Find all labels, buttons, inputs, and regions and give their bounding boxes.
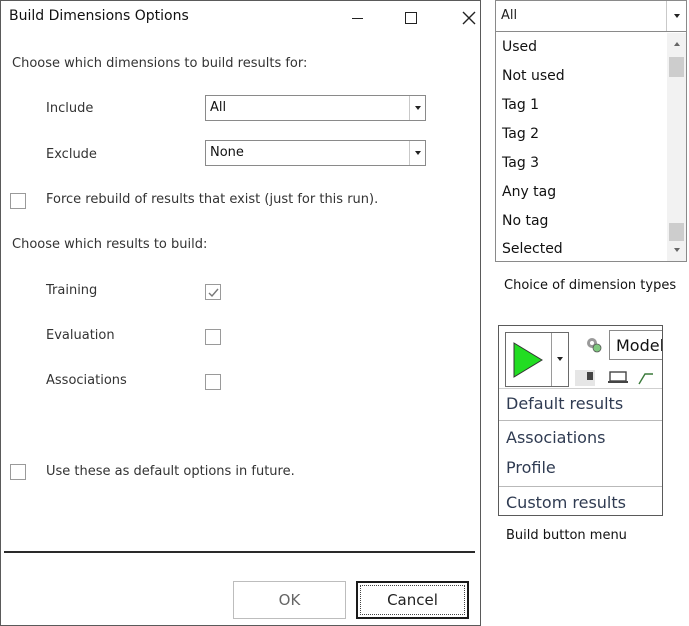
associations-label: Associations — [46, 373, 127, 388]
dimension-type-value: All — [501, 8, 518, 23]
exclude-dropdown-arrow[interactable] — [409, 141, 425, 165]
exclude-select-value: None — [210, 145, 244, 160]
exclude-label: Exclude — [46, 147, 97, 162]
include-select[interactable]: All — [205, 95, 426, 121]
focus-ring — [360, 585, 465, 615]
checkmark-icon — [208, 288, 219, 298]
close-button[interactable] — [449, 1, 489, 35]
dropdown-option[interactable]: Any tag — [502, 184, 556, 200]
build-menu: Default results Associations Profile Cus… — [499, 388, 662, 512]
maximize-button[interactable] — [391, 1, 431, 35]
dropdown-caption: Choice of dimension types — [504, 278, 677, 293]
dropdown-option[interactable]: Selected — [502, 241, 563, 257]
dropdown-option[interactable]: Tag 1 — [502, 97, 539, 113]
include-dropdown-arrow[interactable] — [409, 96, 425, 120]
chevron-up-icon — [673, 42, 680, 46]
evaluation-checkbox[interactable] — [205, 329, 221, 345]
scroll-up-button[interactable] — [667, 33, 686, 55]
section-dimensions-heading: Choose which dimensions to build results… — [12, 56, 308, 71]
minimize-icon — [351, 17, 363, 19]
training-label: Training — [46, 283, 98, 298]
dropdown-option[interactable]: Not used — [502, 68, 565, 84]
split-divider — [551, 333, 552, 386]
dropdown-option[interactable]: Used — [502, 39, 537, 55]
play-icon — [513, 342, 543, 378]
menu-separator — [499, 420, 662, 421]
footer-divider — [4, 551, 475, 553]
include-select-value: All — [210, 100, 227, 115]
include-label: Include — [46, 101, 94, 116]
build-button-menu-panel: Model Default results Associations Profi… — [498, 325, 663, 516]
chevron-down-icon — [557, 357, 563, 361]
chevron-down-icon — [673, 14, 680, 18]
menu-item-default-results[interactable]: Default results — [506, 394, 623, 413]
menu-separator — [499, 486, 662, 487]
chevron-down-icon — [414, 106, 421, 110]
associations-checkbox[interactable] — [205, 374, 221, 390]
dimension-type-dropdown: All Used Not used Tag 1 Tag 2 Tag 3 Any … — [495, 0, 687, 262]
dropdown-option[interactable]: Tag 3 — [502, 155, 539, 171]
dialog-title: Build Dimensions Options — [9, 8, 189, 24]
scroll-thumb[interactable] — [669, 57, 684, 77]
section-results-heading: Choose which results to build: — [12, 237, 208, 252]
force-rebuild-checkbox[interactable] — [10, 193, 26, 209]
build-menu-arrow[interactable] — [557, 357, 563, 361]
title-bar: Build Dimensions Options — [1, 1, 480, 35]
settings-gear-icon[interactable] — [585, 336, 603, 354]
dimension-type-dropdown-arrow[interactable] — [666, 1, 686, 31]
force-rebuild-label: Force rebuild of results that exist (jus… — [46, 192, 379, 207]
build-menu-caption: Build button menu — [506, 528, 627, 543]
training-checkbox[interactable] — [205, 284, 221, 300]
build-dimensions-dialog: Build Dimensions Options Choose which di… — [0, 0, 481, 626]
dimension-type-select[interactable]: All — [496, 1, 686, 32]
model-select[interactable]: Model — [609, 330, 663, 360]
minimize-button[interactable] — [337, 1, 377, 35]
exclude-select[interactable]: None — [205, 140, 426, 166]
dropdown-option[interactable]: Tag 2 — [502, 126, 539, 142]
toolbar-icons — [575, 370, 653, 386]
build-button[interactable] — [505, 332, 569, 387]
chevron-down-icon — [414, 151, 421, 155]
scroll-down-button[interactable] — [667, 239, 686, 261]
model-select-value: Model — [616, 336, 663, 355]
menu-item-custom-results[interactable]: Custom results — [506, 493, 626, 512]
ok-button[interactable]: OK — [233, 581, 346, 619]
menu-item-profile[interactable]: Profile — [506, 458, 556, 477]
default-options-label: Use these as default options in future. — [46, 464, 295, 479]
dropdown-option[interactable]: No tag — [502, 213, 548, 229]
default-options-checkbox[interactable] — [10, 464, 26, 480]
maximize-icon — [405, 12, 417, 24]
evaluation-label: Evaluation — [46, 328, 115, 343]
close-icon — [462, 11, 476, 25]
dropdown-scrollbar[interactable] — [667, 33, 686, 261]
chevron-down-icon — [673, 248, 680, 252]
menu-item-associations[interactable]: Associations — [506, 428, 605, 447]
cancel-button[interactable]: Cancel — [356, 581, 469, 619]
